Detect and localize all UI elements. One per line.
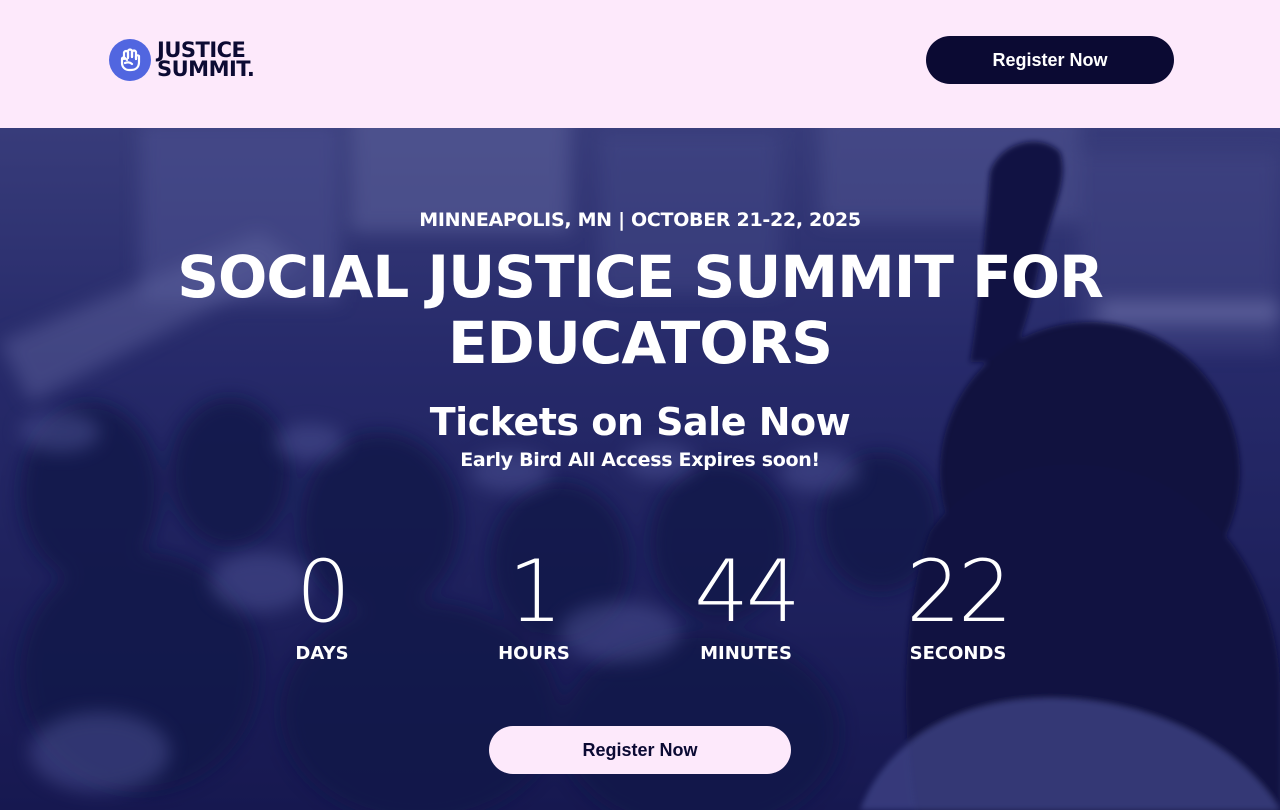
hero-register-button[interactable]: Register Now	[489, 726, 791, 774]
early-bird-notice: Early Bird All Access Expires soon!	[460, 449, 820, 471]
raised-fist-icon	[109, 39, 151, 81]
event-location-date: MINNEAPOLIS, MN | OCTOBER 21-22, 2025	[419, 209, 861, 231]
countdown-seconds-value: 22	[906, 542, 1012, 642]
countdown-hours-value: 1	[508, 542, 563, 642]
countdown-days: 0 DAYS	[222, 545, 422, 664]
countdown-hours: 1 HOURS	[434, 545, 634, 664]
countdown-minutes-value: 44	[694, 542, 800, 642]
countdown-hours-label: HOURS	[498, 643, 570, 664]
countdown-days-label: DAYS	[295, 643, 349, 664]
countdown-seconds: 22 SECONDS	[858, 545, 1058, 664]
event-title-text: SOCIAL JUSTICE SUMMIT FOR EDUCATORS	[177, 243, 1103, 377]
tickets-heading: Tickets on Sale Now	[429, 400, 851, 444]
logo[interactable]: JUSTICE SUMMIT.	[109, 39, 255, 81]
countdown-minutes: 44 MINUTES	[646, 545, 846, 664]
header-register-button[interactable]: Register Now	[926, 36, 1174, 84]
site-header: JUSTICE SUMMIT. Register Now	[0, 0, 1280, 128]
event-title: SOCIAL JUSTICE SUMMIT FOR EDUCATORS	[0, 244, 1280, 376]
countdown-minutes-label: MINUTES	[700, 643, 792, 664]
countdown-days-value: 0	[296, 542, 351, 642]
logo-wordmark: JUSTICE SUMMIT.	[157, 40, 255, 81]
countdown-seconds-label: SECONDS	[909, 643, 1007, 664]
logo-line-2: SUMMIT.	[157, 57, 255, 81]
